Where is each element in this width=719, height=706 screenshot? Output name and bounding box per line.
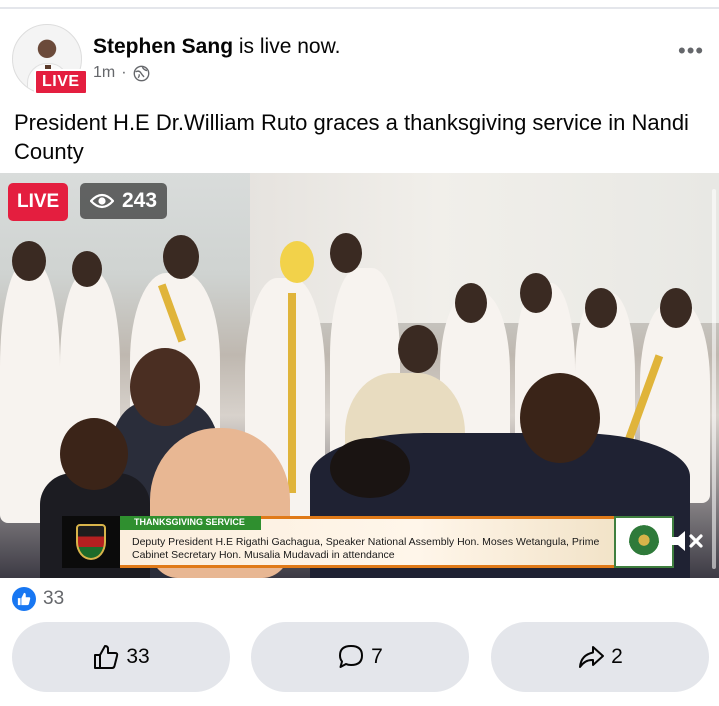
- post-time[interactable]: 1m: [93, 64, 115, 82]
- lower-third-text: Deputy President H.E Rigathi Gachagua, S…: [132, 536, 600, 561]
- meta-separator: ·: [121, 64, 127, 81]
- post-meta: 1m ·: [93, 64, 150, 82]
- coat-of-arms-icon: [62, 516, 120, 568]
- globe-icon: [133, 65, 149, 81]
- comment-bubble-icon: [339, 645, 364, 668]
- comment-button[interactable]: 7: [251, 622, 469, 692]
- video-scene: [288, 293, 296, 493]
- live-status-text: is live now.: [238, 35, 341, 58]
- share-count: 2: [611, 645, 623, 668]
- video-scene: [163, 235, 199, 279]
- like-button[interactable]: 33: [12, 622, 230, 692]
- video-scene: [455, 283, 487, 323]
- author-name[interactable]: Stephen Sang: [93, 35, 233, 58]
- like-reaction-icon: [12, 587, 36, 611]
- live-indicator: LIVE: [8, 183, 69, 221]
- post-header: LIVE Stephen Sang is live now. 1m · •••: [0, 18, 719, 98]
- logo-emblem: [629, 524, 659, 560]
- video-scene: [130, 348, 200, 426]
- video-scene: [660, 288, 692, 328]
- video-scene: [12, 241, 46, 281]
- video-scene: [330, 438, 410, 498]
- video-scene: [585, 288, 617, 328]
- video-edge-highlight: [712, 189, 716, 569]
- unmute-button[interactable]: [666, 520, 708, 562]
- like-button-count: 33: [126, 645, 150, 668]
- author-line: Stephen Sang is live now.: [93, 35, 340, 59]
- county-logo-icon: [614, 516, 674, 568]
- video-scene: [520, 273, 552, 313]
- reaction-summary[interactable]: 33: [12, 587, 64, 611]
- video-scene: [330, 233, 362, 273]
- video-scene: [520, 373, 600, 463]
- post-caption: President H.E Dr.William Ruto graces a t…: [14, 110, 689, 164]
- thumbs-up-icon: [94, 645, 119, 669]
- lower-third-tag: THANKSGIVING SERVICE: [120, 516, 261, 530]
- shield-shape: [76, 524, 106, 560]
- broadcast-lower-third: THANKSGIVING SERVICE Deputy President H.…: [62, 516, 674, 568]
- speaker-muted-icon: [672, 531, 703, 551]
- viewer-count: 243: [122, 189, 158, 212]
- viewer-count-badge: 243: [80, 183, 168, 219]
- video-scene: [280, 241, 314, 283]
- video-scene: [60, 418, 128, 490]
- comment-count: 7: [371, 645, 383, 668]
- reaction-count: 33: [43, 588, 65, 609]
- thumbs-up-icon: [17, 592, 31, 606]
- top-divider: [0, 7, 719, 9]
- more-options-button[interactable]: •••: [678, 38, 704, 64]
- post-actions-bar: 33 7 2: [0, 622, 719, 692]
- video-scene: [398, 325, 438, 373]
- share-button[interactable]: 2: [491, 622, 709, 692]
- share-arrow-icon: [579, 646, 605, 668]
- lower-third-body: THANKSGIVING SERVICE Deputy President H.…: [120, 516, 614, 568]
- eye-icon: [90, 193, 114, 209]
- avatar-live-badge: LIVE: [34, 69, 88, 95]
- live-video-player[interactable]: LIVE 243 THANKSGIVING SERVICE Deputy Pre…: [0, 173, 719, 578]
- video-scene: [72, 251, 102, 287]
